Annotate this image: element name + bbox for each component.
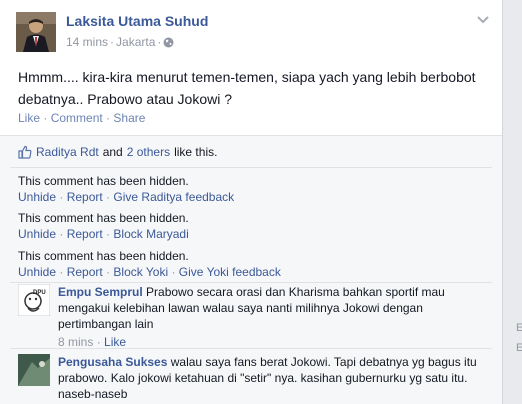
post-text: Hmmm.... kira-kira menurut temen-temen, … — [18, 69, 476, 107]
chevron-down-icon[interactable] — [476, 12, 490, 26]
commenter-name[interactable]: Empu Semprul — [58, 285, 143, 299]
comment-like-link[interactable]: Like — [104, 335, 126, 349]
post-card: Laksita Utama Suhud 14 mins · Jakarta · … — [0, 0, 503, 404]
post-actions: Like · Comment · Share — [18, 111, 145, 125]
feedback-link[interactable]: Give Raditya feedback — [113, 190, 234, 204]
globe-icon[interactable] — [163, 37, 174, 48]
likes-summary: Raditya Rdt and 2 others like this. — [18, 145, 217, 159]
divider — [10, 282, 492, 283]
post-author-name[interactable]: Laksita Utama Suhud — [66, 13, 208, 29]
hidden-comment: This comment has been hidden. Unhide · R… — [18, 174, 235, 204]
divider — [10, 348, 492, 349]
likes-and: and — [102, 145, 123, 159]
meta-separator: · — [110, 35, 115, 49]
block-user-link[interactable]: Block Yoki — [113, 265, 168, 279]
hidden-comment-text: This comment has been hidden. — [18, 211, 189, 225]
unhide-link[interactable]: Unhide — [18, 227, 56, 241]
hidden-comment-text: This comment has been hidden. — [18, 174, 189, 188]
report-link[interactable]: Report — [67, 227, 103, 241]
block-user-link[interactable]: Block Maryadi — [113, 227, 188, 241]
comments-area: Raditya Rdt and 2 others like this. This… — [0, 135, 502, 404]
commenter-avatar[interactable]: DPU — [18, 284, 50, 316]
commenter-name[interactable]: Pengusaha Sukses — [58, 355, 167, 369]
unhide-link[interactable]: Unhide — [18, 265, 56, 279]
hidden-comment: This comment has been hidden. Unhide · R… — [18, 249, 281, 279]
comment-link[interactable]: Comment — [51, 111, 103, 125]
thumbs-up-icon — [18, 145, 32, 159]
report-link[interactable]: Report — [67, 265, 103, 279]
liker-name[interactable]: Raditya Rdt — [36, 145, 99, 159]
unhide-link[interactable]: Unhide — [18, 190, 56, 204]
comment-time[interactable]: 8 mins — [58, 335, 93, 349]
avatar-label: DPU — [33, 290, 46, 296]
comment-item: DPU Empu Semprul Prabowo secara orasi da… — [18, 284, 488, 349]
right-sidebar-text: E — [516, 342, 522, 354]
like-link[interactable]: Like — [18, 111, 40, 125]
commenter-avatar[interactable] — [18, 354, 50, 386]
likes-others-link[interactable]: 2 others — [127, 145, 170, 159]
author-avatar[interactable] — [16, 12, 56, 52]
comment-item: Pengusaha Sukses walau saya fans berat J… — [18, 354, 488, 404]
right-sidebar-text: E — [516, 322, 522, 334]
share-link[interactable]: Share — [113, 111, 145, 125]
post-time[interactable]: 14 mins — [66, 35, 108, 49]
hidden-comment: This comment has been hidden. Unhide · R… — [18, 211, 189, 241]
post-meta: 14 mins · Jakarta · — [66, 35, 174, 49]
likes-suffix: like this. — [174, 145, 218, 159]
report-link[interactable]: Report — [67, 190, 103, 204]
hidden-comment-text: This comment has been hidden. — [18, 249, 189, 263]
action-separator: · — [43, 111, 51, 125]
divider — [10, 167, 492, 168]
post-location[interactable]: Jakarta — [116, 35, 155, 49]
feedback-link[interactable]: Give Yoki feedback — [179, 265, 281, 279]
meta-separator: · — [157, 35, 162, 49]
